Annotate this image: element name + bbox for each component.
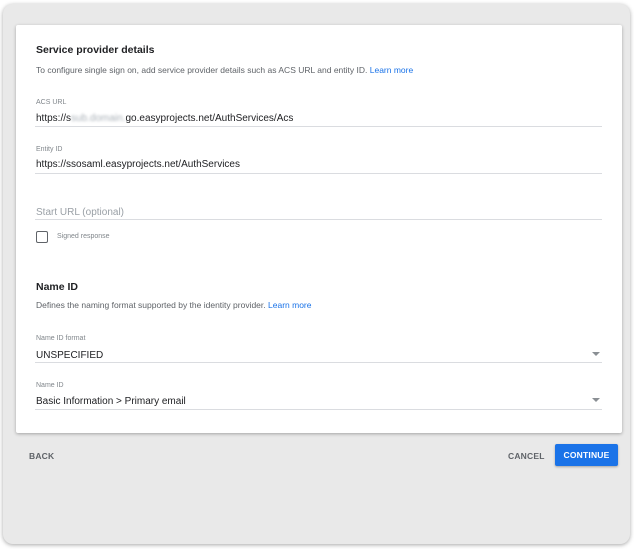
acs-url-input[interactable]: https://ssub.domain.go.easyprojects.net/… bbox=[36, 113, 293, 124]
name-id-select[interactable]: Basic Information > Primary email bbox=[36, 396, 186, 407]
back-button[interactable]: BACK bbox=[29, 451, 54, 461]
continue-button[interactable]: CONTINUE bbox=[555, 444, 618, 466]
service-provider-description: To configure single sign on, add service… bbox=[36, 65, 413, 75]
name-id-description: Defines the naming format supported by t… bbox=[36, 300, 311, 310]
name-id-description-text: Defines the naming format supported by t… bbox=[36, 300, 266, 310]
cancel-button[interactable]: CANCEL bbox=[508, 451, 545, 461]
name-id-format-label: Name ID format bbox=[36, 335, 86, 342]
start-url-underline bbox=[35, 219, 602, 220]
name-id-format-chevron-down-icon[interactable] bbox=[592, 352, 600, 356]
name-id-label: Name ID bbox=[36, 382, 64, 389]
service-provider-title: Service provider details bbox=[36, 44, 155, 56]
signed-response-checkbox[interactable] bbox=[36, 231, 48, 243]
service-provider-description-text: To configure single sign on, add service… bbox=[36, 65, 368, 75]
name-id-format-select[interactable]: UNSPECIFIED bbox=[36, 350, 103, 361]
dialog-panel: Service provider details To configure si… bbox=[3, 4, 630, 544]
name-id-format-underline bbox=[35, 362, 602, 363]
acs-url-label: ACS URL bbox=[36, 99, 67, 106]
sp-learn-more-link[interactable]: Learn more bbox=[370, 65, 413, 75]
entity-id-label: Entity ID bbox=[36, 146, 63, 153]
name-id-learn-more-link[interactable]: Learn more bbox=[268, 300, 311, 310]
name-id-chevron-down-icon[interactable] bbox=[592, 398, 600, 402]
signed-response-label: Signed response bbox=[57, 233, 110, 240]
acs-url-suffix: go.easyprojects.net/AuthServices/Acs bbox=[125, 113, 294, 124]
start-url-input[interactable]: Start URL (optional) bbox=[36, 207, 124, 218]
settings-card: Service provider details To configure si… bbox=[16, 25, 622, 433]
acs-url-prefix: https://s bbox=[36, 113, 72, 124]
name-id-underline bbox=[35, 409, 602, 410]
entity-id-underline bbox=[35, 173, 602, 174]
entity-id-input[interactable]: https://ssosaml.easyprojects.net/AuthSer… bbox=[36, 159, 240, 170]
name-id-title: Name ID bbox=[36, 281, 79, 293]
acs-url-underline bbox=[35, 126, 602, 127]
acs-url-redacted: sub.domain. bbox=[71, 113, 126, 124]
